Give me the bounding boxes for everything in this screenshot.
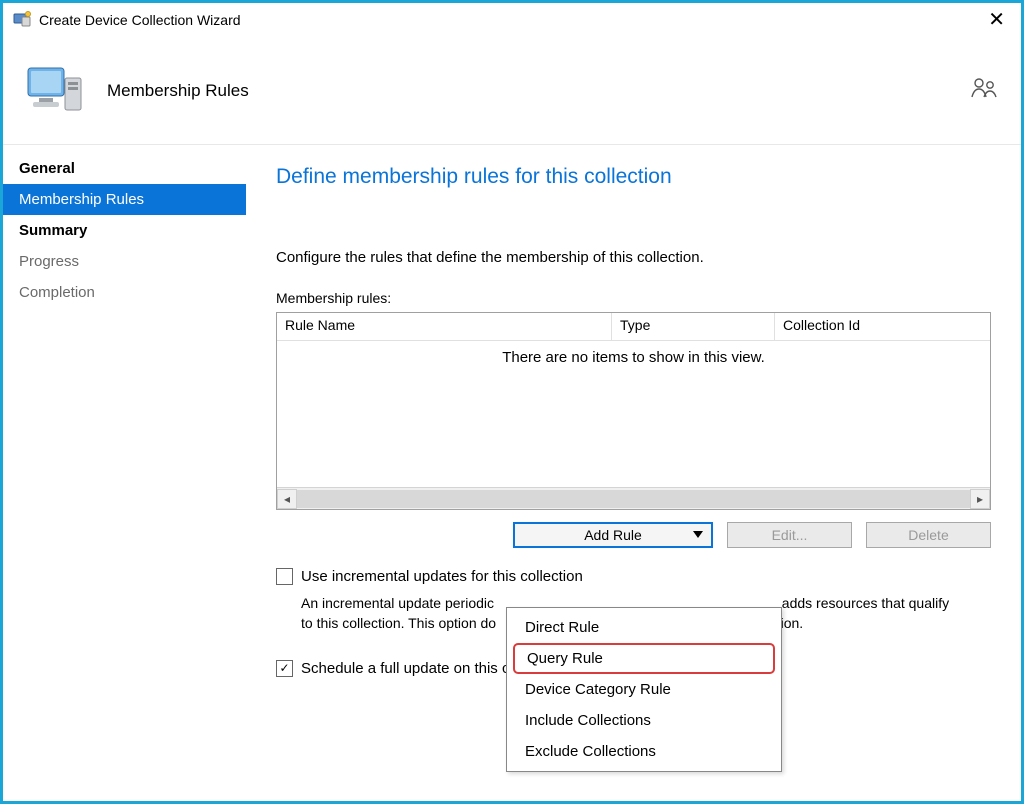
schedule-checkbox[interactable]: ✓: [276, 660, 293, 677]
incremental-label[interactable]: Use incremental updates for this collect…: [301, 568, 583, 585]
sidebar: General Membership Rules Summary Progres…: [3, 145, 246, 801]
page-description: Configure the rules that define the memb…: [276, 249, 991, 266]
close-button[interactable]: ✕: [978, 10, 1015, 30]
titlebar: Create Device Collection Wizard ✕: [3, 3, 1021, 37]
edit-button: Edit...: [727, 522, 852, 548]
scroll-left-icon[interactable]: ◂: [277, 489, 297, 509]
menu-include-collections[interactable]: Include Collections: [507, 705, 781, 736]
sidebar-item-membership-rules[interactable]: Membership Rules: [3, 184, 246, 215]
computer-icon: [25, 60, 87, 122]
menu-direct-rule[interactable]: Direct Rule: [507, 612, 781, 643]
menu-exclude-collections[interactable]: Exclude Collections: [507, 736, 781, 767]
incremental-checkbox[interactable]: [276, 568, 293, 585]
main-panel: Define membership rules for this collect…: [246, 145, 1021, 801]
rules-body: There are no items to show in this view.: [277, 341, 990, 487]
button-row: Add Rule Edit... Delete: [276, 522, 991, 548]
sidebar-item-completion: Completion: [3, 277, 246, 308]
incremental-updates-row: Use incremental updates for this collect…: [276, 568, 991, 585]
column-rule-name[interactable]: Rule Name: [277, 313, 612, 340]
window-title: Create Device Collection Wizard: [39, 12, 241, 28]
horizontal-scrollbar[interactable]: ◂ ▸: [277, 487, 990, 509]
rules-header: Rule Name Type Collection Id: [277, 313, 990, 341]
scroll-track[interactable]: [297, 490, 970, 508]
sidebar-item-progress: Progress: [3, 246, 246, 277]
column-collection-id[interactable]: Collection Id: [775, 313, 990, 340]
add-rule-menu: Direct Rule Query Rule Device Category R…: [506, 607, 782, 772]
add-rule-dropdown[interactable]: Add Rule: [513, 522, 713, 548]
wizard-icon: [13, 11, 31, 29]
chevron-down-icon: [693, 531, 703, 538]
column-type[interactable]: Type: [612, 313, 775, 340]
rules-table: Rule Name Type Collection Id There are n…: [276, 312, 991, 510]
wizard-window: Create Device Collection Wizard ✕ Member…: [0, 0, 1024, 804]
page-heading: Define membership rules for this collect…: [276, 165, 991, 189]
menu-query-rule[interactable]: Query Rule: [513, 643, 775, 674]
banner: Membership Rules: [3, 37, 1021, 145]
scroll-right-icon[interactable]: ▸: [970, 489, 990, 509]
wizard-body: General Membership Rules Summary Progres…: [3, 145, 1021, 801]
banner-title: Membership Rules: [107, 81, 969, 101]
delete-button: Delete: [866, 522, 991, 548]
sidebar-item-general[interactable]: General: [3, 153, 246, 184]
sidebar-item-summary[interactable]: Summary: [3, 215, 246, 246]
rules-empty-text: There are no items to show in this view.: [277, 341, 990, 374]
add-rule-label: Add Rule: [584, 527, 642, 543]
people-icon: [969, 75, 999, 106]
menu-device-category-rule[interactable]: Device Category Rule: [507, 674, 781, 705]
rules-label: Membership rules:: [276, 290, 991, 306]
